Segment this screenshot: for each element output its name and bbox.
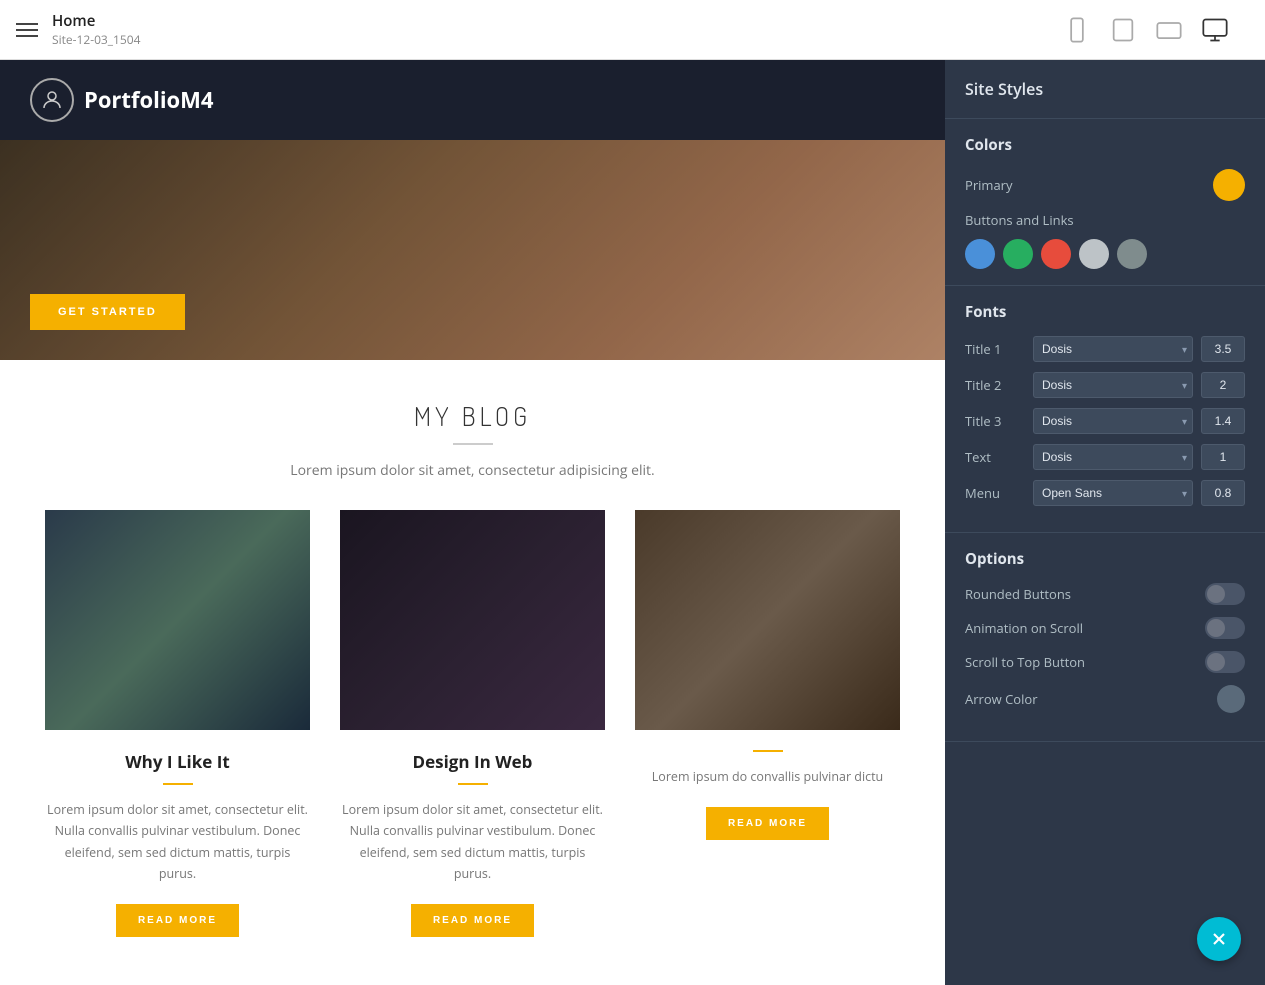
font-label-text: Text [965,448,1025,466]
font-label-title2: Title 2 [965,376,1025,394]
preview-area: PortfolioM4 GET STARTED MY BLOG Lorem ip… [0,60,945,985]
page-name: Home [52,11,141,31]
options-section-title: Options [965,549,1245,569]
read-more-button-1[interactable]: READ MORE [116,904,239,937]
blog-title-divider [453,443,493,445]
arrow-color-row: Arrow Color [965,685,1245,713]
font-row-title1: Title 1 Dosis [965,336,1245,362]
scroll-top-button-row: Scroll to Top Button [965,651,1245,673]
font-size-title3[interactable] [1201,408,1245,434]
color-swatch-green[interactable] [1003,239,1033,269]
hero-section: GET STARTED [0,140,945,360]
get-started-button[interactable]: GET STARTED [30,294,185,330]
arrow-color-swatch[interactable] [1217,685,1245,713]
font-label-title3: Title 3 [965,412,1025,430]
blog-cards-container: Why I Like It Lorem ipsum dolor sit amet… [30,510,915,957]
buttons-links-label: Buttons and Links [965,211,1074,229]
color-swatch-lightgray[interactable] [1079,239,1109,269]
font-row-title3: Title 3 Dosis [965,408,1245,434]
font-select-wrap-menu: Open Sans [1033,480,1193,506]
font-size-text[interactable] [1201,444,1245,470]
blog-card-1: Why I Like It Lorem ipsum dolor sit amet… [30,510,325,957]
font-select-text[interactable]: Dosis [1033,444,1193,470]
font-select-title2[interactable]: Dosis [1033,372,1193,398]
site-name: Site-12-03_1504 [52,31,141,48]
top-bar: Home Site-12-03_1504 [0,0,1265,60]
rounded-buttons-row: Rounded Buttons [965,583,1245,605]
font-select-title3[interactable]: Dosis [1033,408,1193,434]
scroll-top-button-label: Scroll to Top Button [965,653,1085,671]
font-select-wrap-title1: Dosis [1033,336,1193,362]
mobile-view-button[interactable] [1063,16,1091,44]
blog-subtitle: Lorem ipsum dolor sit amet, consectetur … [30,461,915,480]
color-swatch-blue[interactable] [965,239,995,269]
fonts-section: Fonts Title 1 Dosis Title 2 Dosis [945,286,1265,533]
color-swatch-red[interactable] [1041,239,1071,269]
font-select-wrap-title2: Dosis [1033,372,1193,398]
blog-card-2-title: Design In Web [340,750,605,773]
site-header: PortfolioM4 [0,60,945,140]
site-logo: PortfolioM4 [30,78,214,122]
font-row-text: Text Dosis [965,444,1245,470]
blog-card-2-image [340,510,605,730]
tablet-view-button[interactable] [1109,16,1137,44]
read-more-button-3[interactable]: READ MORE [706,807,829,840]
font-select-menu[interactable]: Open Sans [1033,480,1193,506]
font-label-title1: Title 1 [965,340,1025,358]
page-info: Home Site-12-03_1504 [52,11,141,48]
blog-card-3-text: Lorem ipsum do convallis pulvinar dictu [635,766,900,787]
font-select-title1[interactable]: Dosis [1033,336,1193,362]
font-size-title2[interactable] [1201,372,1245,398]
blog-card-2-text: Lorem ipsum dolor sit amet, consectetur … [340,799,605,884]
font-select-wrap-title3: Dosis [1033,408,1193,434]
buttons-links-row: Buttons and Links [965,211,1245,229]
blog-card-2: Design In Web Lorem ipsum dolor sit amet… [325,510,620,957]
animation-scroll-toggle[interactable] [1205,617,1245,639]
logo-text: PortfolioM4 [84,85,214,115]
scroll-top-toggle[interactable] [1205,651,1245,673]
read-more-button-2[interactable]: READ MORE [411,904,534,937]
blog-card-1-image [45,510,310,730]
primary-color-label: Primary [965,176,1013,194]
font-select-wrap-text: Dosis [1033,444,1193,470]
fab-button[interactable] [1197,917,1241,961]
hamburger-menu[interactable] [16,23,38,37]
colors-section-title: Colors [965,135,1245,155]
panel-title: Site Styles [945,60,1265,119]
font-label-menu: Menu [965,484,1025,502]
primary-color-swatch[interactable] [1213,169,1245,201]
blog-section: MY BLOG Lorem ipsum dolor sit amet, cons… [0,360,945,977]
colors-section: Colors Primary Buttons and Links [945,119,1265,286]
desktop-view-button[interactable] [1201,16,1229,44]
device-switcher [1063,16,1229,44]
blog-card-1-divider [163,783,193,785]
logo-icon [30,78,74,122]
blog-card-2-divider [458,783,488,785]
blog-card-1-text: Lorem ipsum dolor sit amet, consectetur … [45,799,310,884]
arrow-color-label: Arrow Color [965,690,1038,708]
blog-card-3: Lorem ipsum do convallis pulvinar dictu … [620,510,915,957]
options-section: Options Rounded Buttons Animation on Scr… [945,533,1265,742]
fonts-section-title: Fonts [965,302,1245,322]
primary-color-row: Primary [965,169,1245,201]
blog-card-3-image [635,510,900,730]
main-area: PortfolioM4 GET STARTED MY BLOG Lorem ip… [0,60,1265,985]
font-size-menu[interactable] [1201,480,1245,506]
color-swatch-darkgray[interactable] [1117,239,1147,269]
animation-scroll-label: Animation on Scroll [965,619,1083,637]
blog-card-1-title: Why I Like It [45,750,310,773]
tablet-landscape-view-button[interactable] [1155,16,1183,44]
font-size-title1[interactable] [1201,336,1245,362]
site-styles-panel: Site Styles Colors Primary Buttons and L… [945,60,1265,985]
blog-title: MY BLOG [30,400,915,433]
color-swatches-group [965,239,1245,269]
font-row-title2: Title 2 Dosis [965,372,1245,398]
blog-card-3-divider [753,750,783,752]
rounded-buttons-toggle[interactable] [1205,583,1245,605]
rounded-buttons-label: Rounded Buttons [965,585,1071,603]
animation-scroll-row: Animation on Scroll [965,617,1245,639]
font-row-menu: Menu Open Sans [965,480,1245,506]
